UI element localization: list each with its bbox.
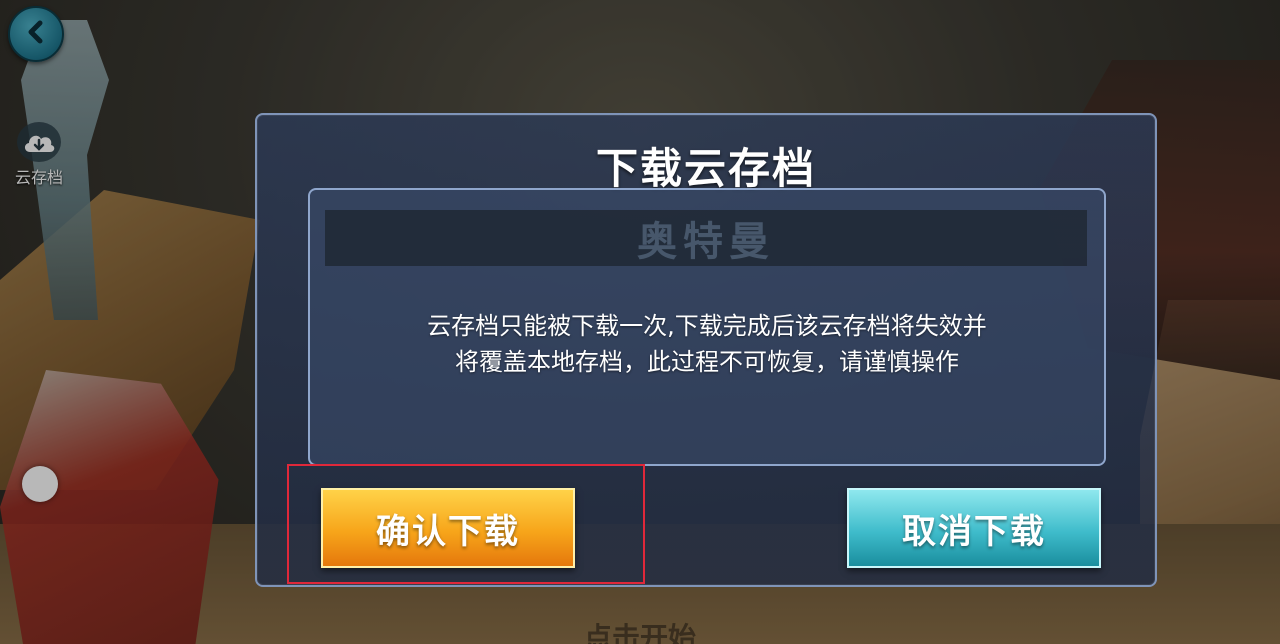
game-screen: 点击开始 云存档 下载云存档 奥特曼 云存档只能被下载一次,下载完成后该云存档将…: [0, 0, 1280, 644]
confirm-download-button[interactable]: 确认下载: [321, 488, 575, 568]
dialog-title: 下载云存档: [595, 144, 816, 193]
cancel-download-button[interactable]: 取消下载: [847, 488, 1101, 568]
dialog-message-line-1: 云存档只能被下载一次,下载完成后该云存档将失效并: [427, 312, 987, 340]
content-header-bar: 奥特曼: [325, 210, 1087, 266]
dialog-message: 云存档只能被下载一次,下载完成后该云存档将失效并 将覆盖本地存档，此过程不可恢复…: [330, 308, 1084, 380]
download-cloud-save-dialog: 下载云存档 奥特曼 云存档只能被下载一次,下载完成后该云存档将失效并 将覆盖本地…: [255, 113, 1157, 587]
game-logo-watermark: 奥特曼: [637, 219, 775, 265]
dialog-content-box: 奥特曼 云存档只能被下载一次,下载完成后该云存档将失效并 将覆盖本地存档，此过程…: [308, 188, 1106, 466]
dialog-message-line-2: 将覆盖本地存档，此过程不可恢复，请谨慎操作: [455, 348, 959, 376]
